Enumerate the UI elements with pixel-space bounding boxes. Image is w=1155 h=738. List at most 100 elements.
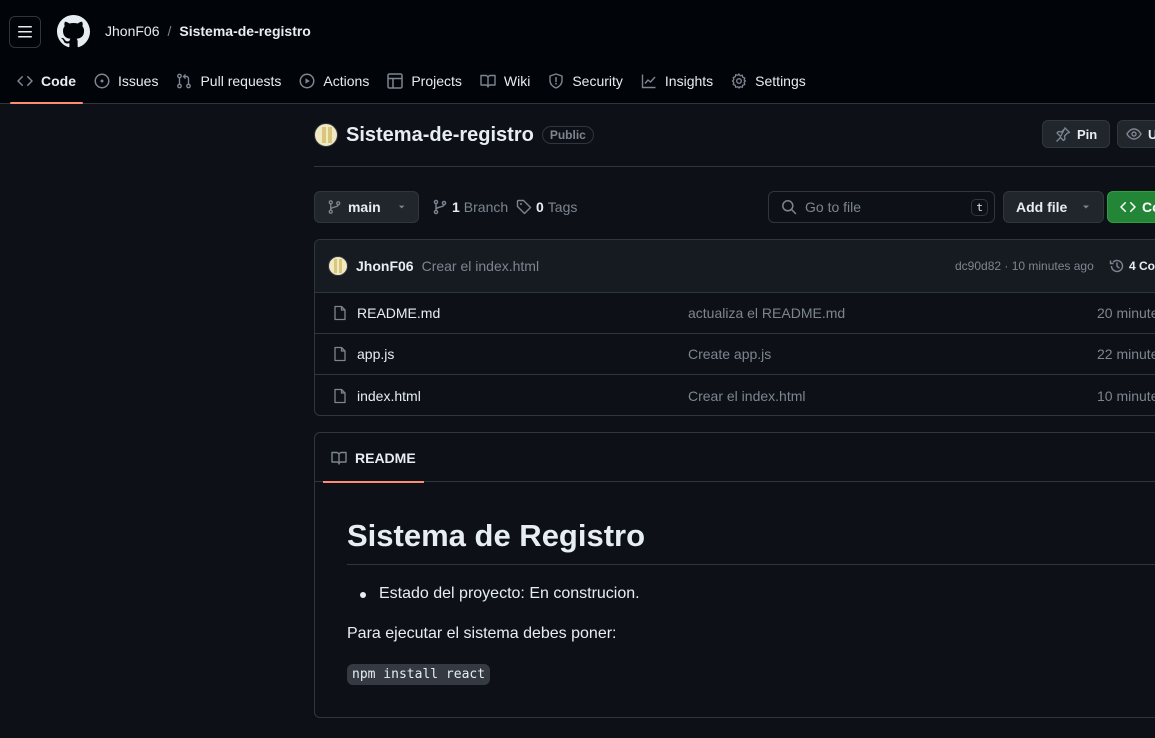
watch-button[interactable]: U [1117,120,1155,148]
search-icon [782,200,797,215]
add-file-button[interactable]: Add file [1003,191,1105,223]
tab-actions-label: Actions [323,72,370,89]
book-icon [480,74,496,88]
gear-icon [732,72,747,89]
hamburger-icon [18,26,32,38]
file-row[interactable]: app.js Create app.js 22 minutes ago [315,334,1155,375]
branch-name: main [347,199,381,215]
breadcrumb-owner-link[interactable]: JhonF06 [105,23,159,39]
readme-list-item: Estado del proyecto: En construcion. [360,585,640,602]
tag-icon [516,199,532,215]
tab-readme-label: README [355,449,416,466]
caret-down-icon [398,205,405,209]
repo-nav: Code Issues Pull requests Actions Projec… [8,64,815,104]
github-logo-icon[interactable] [57,15,90,48]
repo-title-row: Sistema-de-registro Public [314,120,594,150]
tab-settings-label: Settings [755,72,806,89]
watch-label: U [1148,126,1155,142]
owner-avatar[interactable] [314,123,338,147]
latest-commit-row: JhonF06 Crear el index.html dc90d82 · 10… [315,240,1155,293]
file-icon [334,388,346,403]
file-row[interactable]: README.md actualiza el README.md 20 minu… [315,293,1155,334]
tab-projects[interactable]: Projects [378,64,471,97]
tab-security[interactable]: Security [539,64,632,97]
tab-settings[interactable]: Settings [722,64,815,97]
book-icon [331,451,347,465]
tab-wiki[interactable]: Wiki [471,64,539,97]
tab-issues[interactable]: Issues [85,64,167,97]
issue-opened-icon [94,73,110,88]
tab-wiki-label: Wiki [503,72,531,89]
commit-author[interactable]: JhonF06 [356,258,414,274]
file-commit-message[interactable]: Crear el index.html [688,388,806,404]
tab-pull-requests[interactable]: Pull requests [167,64,290,97]
breadcrumb-separator: / [167,23,172,39]
code-button[interactable]: Co [1107,191,1155,223]
visibility-badge: Public [541,126,594,144]
commit-author-avatar[interactable] [328,256,348,276]
tab-security-label: Security [572,72,623,89]
caret-down-icon [1083,205,1090,209]
pin-label: Pin [1077,126,1098,142]
file-row[interactable]: index.html Crear el index.html 10 minute… [315,375,1155,415]
tab-code-label: Code [41,72,76,89]
file-commit-message[interactable]: Create app.js [688,346,771,362]
tags-count: 0 [536,199,544,215]
go-to-file-input[interactable]: Go to file t [768,191,995,223]
tab-projects-label: Projects [411,72,462,89]
global-header: JhonF06 / Sistema-de-registro Code Issue… [0,0,1155,104]
tab-code[interactable]: Code [8,64,85,104]
readme-heading: Sistema de Registro [347,518,646,553]
git-pull-request-icon [177,73,192,88]
code-button-label: Co [1142,199,1155,215]
readme-paragraph: Para ejecutar el sistema debes poner: [347,625,617,642]
table-icon [387,72,404,89]
header-divider [314,166,1155,167]
tab-pull-requests-label: Pull requests [200,72,282,89]
tags-link[interactable]: 0 Tags [516,191,577,223]
readme-tabs: README [315,433,1155,483]
branches-count: 1 [452,199,460,215]
tab-insights[interactable]: Insights [632,64,722,97]
shield-icon [549,72,564,89]
history-icon [1109,259,1124,273]
tab-actions[interactable]: Actions [290,64,378,97]
file-commit-time: 22 minutes ago [1097,346,1155,362]
file-commit-message[interactable]: actualiza el README.md [688,305,845,321]
file-icon [334,305,346,321]
breadcrumb: JhonF06 / Sistema-de-registro [105,23,311,39]
file-commit-time: 20 minutes ago [1097,305,1155,321]
branches-link[interactable]: 1 Branch [432,191,508,223]
tab-issues-label: Issues [118,72,159,89]
commits-history-link[interactable]: 4 Co [1109,258,1155,274]
readme-code-snippet: npm install react [347,664,491,685]
search-placeholder: Go to file [805,199,862,215]
file-name[interactable]: index.html [357,388,421,404]
branch-select-button[interactable]: main [314,191,419,223]
file-table: JhonF06 Crear el index.html dc90d82 · 10… [314,239,1155,416]
menu-button[interactable] [9,16,41,48]
commit-sha-time[interactable]: dc90d82 · 10 minutes ago [955,259,1094,273]
graph-icon [641,74,656,88]
commit-message[interactable]: Crear el index.html [422,258,540,274]
file-name[interactable]: app.js [357,346,394,362]
repo-title[interactable]: Sistema-de-registro [346,124,534,147]
add-file-label: Add file [1016,199,1068,215]
breadcrumb-repo-link[interactable]: Sistema-de-registro [179,23,310,39]
file-icon [334,346,346,362]
branches-label: Branch [463,199,509,215]
tags-label: Tags [547,199,578,215]
pin-icon [1056,127,1071,142]
readme-heading-divider [347,564,1155,565]
file-name[interactable]: README.md [357,305,440,321]
git-branch-icon [328,200,341,214]
search-shortcut-hint: t [971,198,988,216]
tab-readme[interactable]: README [323,433,424,483]
commits-count-label: 4 Co [1129,259,1155,273]
tab-insights-label: Insights [664,72,714,89]
pin-button[interactable]: Pin [1042,120,1111,148]
file-commit-time: 10 minutes ago [1097,387,1155,404]
code-icon [17,75,33,86]
readme-panel: README Sistema de Registro Estado del pr… [314,432,1155,718]
code-icon [1120,201,1136,213]
